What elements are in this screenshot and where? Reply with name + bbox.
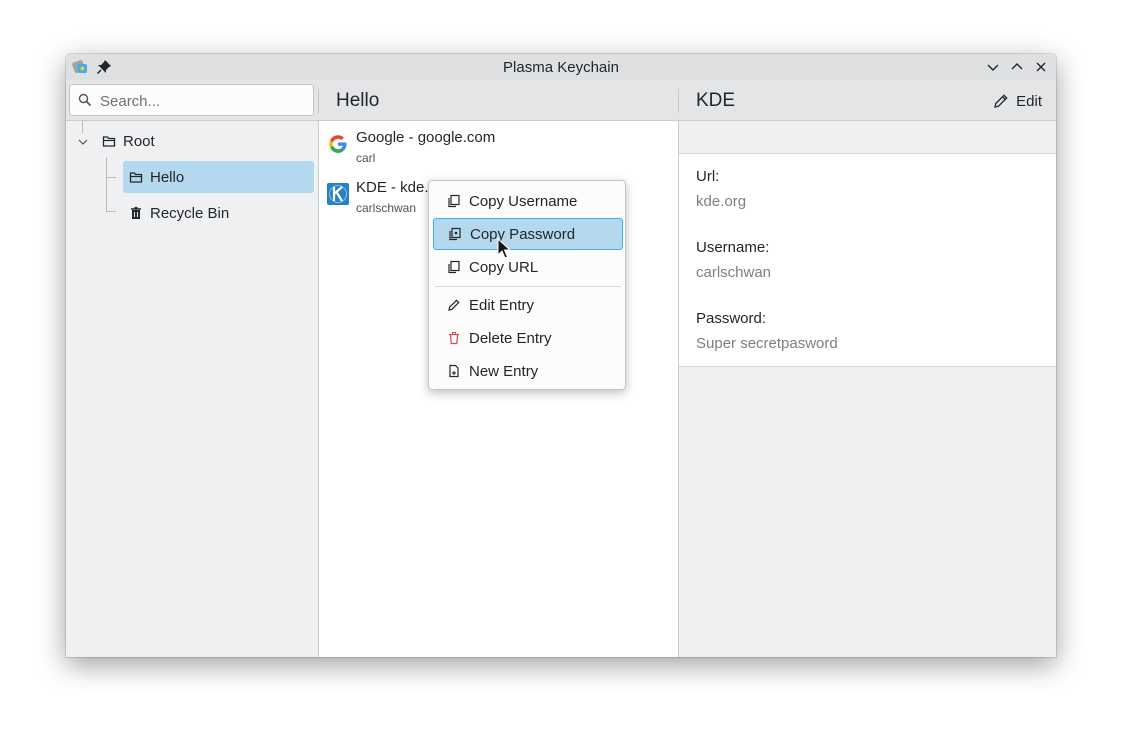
menu-label: Copy URL [469, 258, 539, 276]
tree-item-hello[interactable]: Hello [123, 161, 314, 193]
menu-separator [435, 286, 621, 287]
tree-label: Root [123, 132, 155, 150]
search-icon [78, 93, 92, 107]
menu-label: Copy Username [469, 192, 578, 210]
menu-item-new-entry[interactable]: New Entry [433, 355, 623, 387]
details-card: Url: kde.org Username: carlschwan Passwo… [679, 154, 1056, 367]
menu-item-copy-password[interactable]: Copy Password [433, 218, 623, 250]
username-value[interactable]: carlschwan [696, 264, 771, 281]
divider [678, 89, 679, 113]
tree-line [82, 121, 83, 133]
edit-button[interactable]: Edit [992, 89, 1042, 113]
menu-item-delete-entry[interactable]: Delete Entry [433, 322, 623, 354]
new-document-icon [449, 364, 459, 378]
title-bar[interactable]: Plasma Keychain [66, 54, 1056, 80]
entry-username: carlschwan [356, 201, 417, 215]
menu-item-copy-url[interactable]: Copy URL [433, 251, 623, 283]
tree-line [106, 157, 107, 211]
maximize-button[interactable] [1008, 58, 1026, 76]
search-field[interactable] [69, 84, 314, 116]
tree-item-recycle-bin[interactable]: Recycle Bin [123, 197, 314, 229]
tree-line [106, 211, 116, 212]
pencil-icon [448, 299, 460, 311]
list-item[interactable]: Google - google.com carl [319, 121, 678, 169]
password-value[interactable]: Super secretpasword [696, 335, 838, 352]
minimize-button[interactable] [984, 58, 1002, 76]
close-button[interactable] [1032, 58, 1050, 76]
url-value[interactable]: kde.org [696, 193, 746, 210]
context-menu: Copy Username Copy Password Copy URL Edi… [428, 180, 626, 390]
kde-icon [327, 183, 349, 205]
tree-label: Hello [150, 168, 185, 186]
folder-icon [102, 136, 116, 147]
copy-icon [448, 194, 460, 208]
search-input[interactable] [98, 90, 307, 112]
details-strip [679, 121, 1056, 154]
window-title: Plasma Keychain [503, 59, 619, 76]
tree-line [106, 177, 116, 178]
menu-item-copy-username[interactable]: Copy Username [433, 185, 623, 217]
menu-label: New Entry [469, 362, 539, 380]
menu-label: Edit Entry [469, 296, 535, 314]
menu-label: Delete Entry [469, 329, 552, 347]
mouse-cursor-icon [497, 238, 511, 259]
url-label: Url: [696, 168, 720, 185]
folder-tree: Root Hello Recycle Bin [66, 121, 319, 657]
entry-title: Google - google.com [356, 129, 496, 146]
folder-icon [129, 172, 143, 183]
edit-label: Edit [1016, 92, 1042, 110]
trash-icon [449, 332, 459, 345]
pencil-icon [994, 94, 1008, 108]
trash-icon [131, 207, 141, 219]
copy-password-icon [449, 227, 461, 241]
divider [318, 89, 319, 113]
menu-item-edit-entry[interactable]: Edit Entry [433, 289, 623, 321]
google-icon [329, 135, 347, 153]
tree-label: Recycle Bin [150, 204, 230, 222]
entry-username: carl [356, 151, 376, 165]
password-label: Password: [696, 310, 767, 327]
entry-details: Url: kde.org Username: carlschwan Passwo… [679, 121, 1056, 657]
entry-title: KDE [696, 90, 736, 111]
menu-label: Copy Password [470, 225, 576, 243]
username-label: Username: [696, 239, 770, 256]
header-toolbar: Hello KDE Edit [66, 80, 1056, 121]
chevron-down-icon[interactable] [77, 136, 89, 148]
entry-title: KDE - kde. [356, 179, 429, 196]
tree-item-root[interactable]: Root [96, 125, 276, 157]
copy-icon [448, 260, 460, 274]
folder-title: Hello [336, 90, 380, 111]
